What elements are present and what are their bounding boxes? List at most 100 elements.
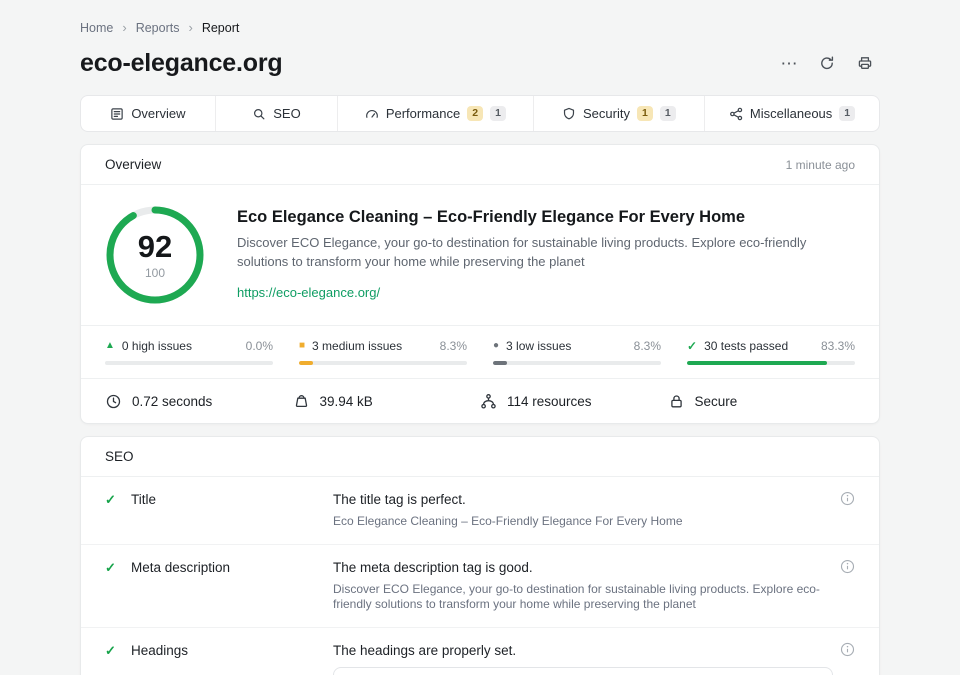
overview-card-title: Overview — [105, 157, 162, 172]
tab-label: Overview — [131, 106, 186, 121]
issues-summary-row: ▲ 0 high issues 0.0% ■ 3 medium issues 8… — [81, 325, 879, 378]
warning-count-badge: 1 — [636, 106, 653, 121]
seo-card-header: SEO — [81, 437, 879, 477]
lock-icon — [668, 393, 685, 410]
check-message: The headings are properly set. — [333, 643, 517, 658]
weight-icon — [293, 393, 310, 410]
seo-row-title: ✓ Title The title tag is perfect. Eco El… — [81, 477, 879, 545]
tab-label: Security — [583, 106, 630, 121]
site-info: Eco Elegance Cleaning – Eco-Friendly Ele… — [237, 208, 855, 302]
check-name: Meta description — [131, 560, 231, 575]
tests-passed-stat: ✓ 30 tests passed 83.3% — [687, 338, 855, 365]
report-tabs: Overview SEO Performance 2 1 Security 1 … — [80, 95, 880, 132]
info-icon[interactable] — [840, 559, 855, 574]
chevron-right-icon: › — [188, 20, 193, 35]
high-issues-stat: ▲ 0 high issues 0.0% — [105, 338, 273, 365]
overview-card-header: Overview 1 minute ago — [81, 145, 879, 185]
metrics-row: 0.72 seconds 39.94 kB 114 resources Secu… — [81, 378, 879, 423]
neutral-count-badge: 1 — [490, 106, 506, 121]
tab-seo[interactable]: SEO — [216, 96, 339, 131]
report-page: Home › Reports › Report eco-elegance.org… — [80, 0, 880, 675]
issue-progress-track — [687, 361, 855, 365]
metric-label: 0.72 seconds — [132, 393, 213, 409]
seo-row-meta-description: ✓ Meta description The meta description … — [81, 545, 879, 628]
site-url-link[interactable]: https://eco-elegance.org/ — [237, 285, 380, 300]
overview-card: Overview 1 minute ago 92 100 Eco Eleganc… — [80, 144, 880, 424]
score-readout: 92 100 — [105, 205, 205, 305]
tab-label: Miscellaneous — [749, 106, 833, 121]
metric-page-size: 39.94 kB — [293, 392, 481, 410]
tab-security[interactable]: Security 1 1 — [534, 96, 706, 131]
search-icon — [252, 107, 266, 121]
check-name: Headings — [131, 643, 189, 658]
issue-label: 3 medium issues — [312, 338, 403, 353]
seo-card-title: SEO — [105, 449, 134, 464]
check-result: The headings are properly set. — [333, 642, 833, 675]
breadcrumb-reports[interactable]: Reports — [136, 21, 180, 35]
score-max: 100 — [144, 265, 166, 280]
check-icon: ✓ — [105, 643, 116, 658]
headings-detail-box — [333, 667, 833, 675]
check-result: The title tag is perfect. Eco Elegance C… — [333, 491, 833, 529]
breadcrumb-home[interactable]: Home — [80, 21, 113, 35]
shield-icon — [562, 107, 576, 121]
page-title: eco-elegance.org — [80, 48, 283, 77]
check-icon: ✓ — [105, 560, 116, 575]
info-icon[interactable] — [840, 642, 855, 657]
tab-label: SEO — [273, 106, 301, 121]
issue-progress-fill — [687, 361, 827, 365]
metric-label: 39.94 kB — [319, 393, 373, 409]
neutral-count-badge: 1 — [659, 106, 676, 121]
tab-label: Performance — [385, 106, 461, 121]
check-message: The title tag is perfect. — [333, 492, 466, 507]
issue-label: 30 tests passed — [704, 338, 789, 353]
score-gauge: 92 100 — [105, 205, 205, 305]
check-detail: Discover ECO Elegance, your go-to destin… — [333, 582, 820, 611]
issue-progress-track — [299, 361, 467, 365]
refresh-button[interactable] — [812, 50, 842, 76]
check-detail: Eco Elegance Cleaning – Eco-Friendly Ele… — [333, 514, 683, 528]
breadcrumb-report: Report — [201, 20, 240, 35]
check-icon: ✓ — [105, 492, 116, 507]
check-message: The meta description tag is good. — [333, 560, 533, 575]
overview-icon — [110, 107, 124, 121]
issue-percent: 8.3% — [439, 338, 467, 353]
check-result: The meta description tag is good. Discov… — [333, 559, 833, 612]
tab-miscellaneous[interactable]: Miscellaneous 1 — [705, 96, 879, 131]
print-button[interactable] — [850, 50, 880, 76]
clock-icon — [105, 393, 122, 410]
seo-card: SEO ✓ Title The title tag is perfect. Ec… — [80, 436, 880, 675]
share-nodes-icon — [729, 107, 743, 121]
issue-progress-track — [105, 361, 273, 365]
issue-progress-fill — [493, 361, 507, 365]
more-options-button[interactable]: ⋯ — [774, 50, 804, 76]
metric-resources: 114 resources — [480, 392, 668, 410]
metric-load-time: 0.72 seconds — [105, 392, 293, 410]
check-icon: ✓ — [687, 338, 698, 353]
chevron-right-icon: › — [122, 20, 127, 35]
title-row: eco-elegance.org ⋯ — [80, 47, 880, 79]
refresh-icon — [819, 55, 835, 71]
seo-row-headings: ✓ Headings The headings are properly set… — [81, 628, 879, 675]
issue-label: 3 low issues — [506, 338, 572, 353]
site-description: Discover ECO Elegance, your go-to destin… — [237, 235, 807, 269]
issue-percent: 83.3% — [820, 338, 855, 353]
neutral-count-badge: 1 — [839, 106, 856, 121]
tab-performance[interactable]: Performance 2 1 — [338, 96, 534, 131]
metric-security: Secure — [668, 392, 856, 410]
info-icon[interactable] — [840, 491, 855, 506]
medium-issues-marker-icon: ■ — [299, 339, 306, 351]
gauge-icon — [365, 107, 379, 121]
printer-icon — [857, 55, 873, 71]
metric-label: Secure — [694, 393, 738, 409]
breadcrumb: Home › Reports › Report — [80, 20, 880, 35]
resources-icon — [480, 393, 497, 410]
issue-percent: 0.0% — [245, 338, 273, 353]
score-value: 92 — [137, 228, 173, 264]
more-icon: ⋯ — [780, 53, 798, 73]
low-issues-stat: ● 3 low issues 8.3% — [493, 338, 661, 365]
warning-count-badge: 2 — [467, 106, 484, 121]
site-title: Eco Elegance Cleaning – Eco-Friendly Ele… — [237, 208, 746, 227]
low-issues-marker-icon: ● — [493, 339, 500, 351]
tab-overview[interactable]: Overview — [81, 96, 216, 131]
